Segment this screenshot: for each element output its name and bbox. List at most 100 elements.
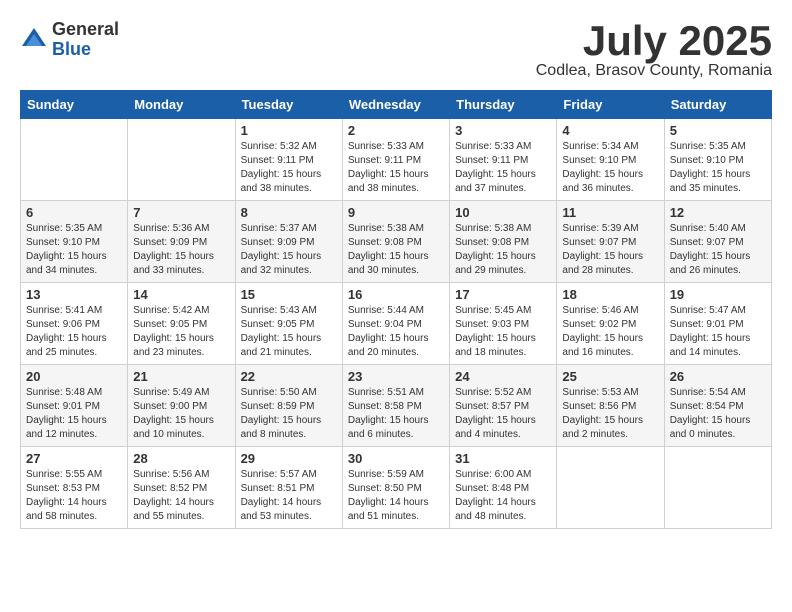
weekday-header: Tuesday (235, 91, 342, 119)
day-number: 19 (670, 287, 766, 302)
calendar-cell: 2 Sunrise: 5:33 AM Sunset: 9:11 PM Daylig… (342, 119, 449, 201)
calendar-cell (128, 119, 235, 201)
day-info: Sunrise: 5:52 AM Sunset: 8:57 PM Dayligh… (455, 386, 551, 442)
day-number: 30 (348, 451, 444, 466)
day-info: Sunrise: 5:35 AM Sunset: 9:10 PM Dayligh… (26, 222, 122, 278)
day-number: 29 (241, 451, 337, 466)
day-info: Sunrise: 5:41 AM Sunset: 9:06 PM Dayligh… (26, 304, 122, 360)
day-number: 16 (348, 287, 444, 302)
location: Codlea, Brasov County, Romania (536, 62, 772, 80)
day-number: 8 (241, 205, 337, 220)
day-number: 12 (670, 205, 766, 220)
logo-blue: Blue (52, 40, 119, 60)
calendar-cell: 3Sunrise: 5:33 AM Sunset: 9:11 PM Daylig… (450, 119, 557, 201)
day-info: Sunrise: 5:36 AM Sunset: 9:09 PM Dayligh… (133, 222, 229, 278)
calendar-cell: 4Sunrise: 5:34 AM Sunset: 9:10 PM Daylig… (557, 119, 664, 201)
calendar-cell: 17 Sunrise: 5:45 AM Sunset: 9:03 PM Dayli… (450, 283, 557, 365)
calendar-cell: 9 Sunrise: 5:38 AM Sunset: 9:08 PM Daylig… (342, 201, 449, 283)
day-info: Sunrise: 5:42 AM Sunset: 9:05 PM Dayligh… (133, 304, 229, 360)
calendar-cell (557, 447, 664, 529)
calendar-cell: 26 Sunrise: 5:54 AM Sunset: 8:54 PM Dayli… (664, 365, 771, 447)
calendar-cell: 19 Sunrise: 5:47 AM Sunset: 9:01 PM Dayli… (664, 283, 771, 365)
day-info: Sunrise: 5:54 AM Sunset: 8:54 PM Dayligh… (670, 386, 766, 442)
day-info: Sunrise: 5:33 AM Sunset: 9:11 PM Dayligh… (348, 140, 444, 196)
day-info: Sunrise: 5:38 AM Sunset: 9:08 PM Dayligh… (348, 222, 444, 278)
calendar-cell: 31 Sunrise: 6:00 AM Sunset: 8:48 PM Dayli… (450, 447, 557, 529)
day-info: Sunrise: 5:51 AM Sunset: 8:58 PM Dayligh… (348, 386, 444, 442)
day-number: 6 (26, 205, 122, 220)
day-info: Sunrise: 5:47 AM Sunset: 9:01 PM Dayligh… (670, 304, 766, 360)
day-number: 11 (562, 205, 658, 220)
calendar-cell: 24 Sunrise: 5:52 AM Sunset: 8:57 PM Dayli… (450, 365, 557, 447)
day-number: 9 (348, 205, 444, 220)
day-number: 13 (26, 287, 122, 302)
calendar-cell: 20 Sunrise: 5:48 AM Sunset: 9:01 PM Dayli… (21, 365, 128, 447)
calendar-cell: 11Sunrise: 5:39 AM Sunset: 9:07 PM Dayli… (557, 201, 664, 283)
day-info: Sunrise: 5:35 AM Sunset: 9:10 PM Dayligh… (670, 140, 766, 196)
logo-general: General (52, 20, 119, 40)
calendar-cell: 16 Sunrise: 5:44 AM Sunset: 9:04 PM Dayli… (342, 283, 449, 365)
day-number: 27 (26, 451, 122, 466)
day-number: 7 (133, 205, 229, 220)
day-number: 22 (241, 369, 337, 384)
calendar-cell: 13 Sunrise: 5:41 AM Sunset: 9:06 PM Dayli… (21, 283, 128, 365)
day-info: Sunrise: 5:53 AM Sunset: 8:56 PM Dayligh… (562, 386, 658, 442)
calendar-cell: 1Sunrise: 5:32 AM Sunset: 9:11 PM Daylig… (235, 119, 342, 201)
day-number: 25 (562, 369, 658, 384)
day-info: Sunrise: 5:40 AM Sunset: 9:07 PM Dayligh… (670, 222, 766, 278)
logo-text: General Blue (52, 20, 119, 60)
calendar-week-row: 13 Sunrise: 5:41 AM Sunset: 9:06 PM Dayli… (21, 283, 772, 365)
day-info: Sunrise: 5:45 AM Sunset: 9:03 PM Dayligh… (455, 304, 551, 360)
calendar-cell (21, 119, 128, 201)
day-info: Sunrise: 5:57 AM Sunset: 8:51 PM Dayligh… (241, 468, 337, 524)
calendar-cell: 21Sunrise: 5:49 AM Sunset: 9:00 PM Dayli… (128, 365, 235, 447)
day-number: 3 (455, 123, 551, 138)
day-info: Sunrise: 5:44 AM Sunset: 9:04 PM Dayligh… (348, 304, 444, 360)
day-info: Sunrise: 6:00 AM Sunset: 8:48 PM Dayligh… (455, 468, 551, 524)
day-number: 21 (133, 369, 229, 384)
calendar-cell: 22Sunrise: 5:50 AM Sunset: 8:59 PM Dayli… (235, 365, 342, 447)
day-info: Sunrise: 5:46 AM Sunset: 9:02 PM Dayligh… (562, 304, 658, 360)
weekday-header: Monday (128, 91, 235, 119)
day-number: 20 (26, 369, 122, 384)
calendar-cell: 7 Sunrise: 5:36 AM Sunset: 9:09 PM Daylig… (128, 201, 235, 283)
calendar-cell: 14 Sunrise: 5:42 AM Sunset: 9:05 PM Dayli… (128, 283, 235, 365)
calendar-body: 1Sunrise: 5:32 AM Sunset: 9:11 PM Daylig… (21, 119, 772, 529)
day-info: Sunrise: 5:34 AM Sunset: 9:10 PM Dayligh… (562, 140, 658, 196)
calendar-cell: 23 Sunrise: 5:51 AM Sunset: 8:58 PM Dayli… (342, 365, 449, 447)
calendar-cell: 10 Sunrise: 5:38 AM Sunset: 9:08 PM Dayli… (450, 201, 557, 283)
calendar-week-row: 1Sunrise: 5:32 AM Sunset: 9:11 PM Daylig… (21, 119, 772, 201)
day-info: Sunrise: 5:55 AM Sunset: 8:53 PM Dayligh… (26, 468, 122, 524)
calendar-week-row: 6 Sunrise: 5:35 AM Sunset: 9:10 PM Daylig… (21, 201, 772, 283)
weekday-header: Friday (557, 91, 664, 119)
day-number: 23 (348, 369, 444, 384)
day-number: 10 (455, 205, 551, 220)
day-number: 28 (133, 451, 229, 466)
calendar-cell: 29 Sunrise: 5:57 AM Sunset: 8:51 PM Dayli… (235, 447, 342, 529)
logo: General Blue (20, 20, 119, 60)
day-number: 17 (455, 287, 551, 302)
month-title: July 2025 (536, 20, 772, 62)
day-number: 26 (670, 369, 766, 384)
calendar-table: SundayMondayTuesdayWednesdayThursdayFrid… (20, 90, 772, 529)
calendar-cell: 28 Sunrise: 5:56 AM Sunset: 8:52 PM Dayli… (128, 447, 235, 529)
weekday-header: Thursday (450, 91, 557, 119)
day-number: 31 (455, 451, 551, 466)
day-info: Sunrise: 5:43 AM Sunset: 9:05 PM Dayligh… (241, 304, 337, 360)
calendar-cell: 25 Sunrise: 5:53 AM Sunset: 8:56 PM Dayli… (557, 365, 664, 447)
calendar-cell (664, 447, 771, 529)
day-number: 2 (348, 123, 444, 138)
day-info: Sunrise: 5:56 AM Sunset: 8:52 PM Dayligh… (133, 468, 229, 524)
day-info: Sunrise: 5:38 AM Sunset: 9:08 PM Dayligh… (455, 222, 551, 278)
day-info: Sunrise: 5:48 AM Sunset: 9:01 PM Dayligh… (26, 386, 122, 442)
calendar-cell: 18Sunrise: 5:46 AM Sunset: 9:02 PM Dayli… (557, 283, 664, 365)
day-number: 24 (455, 369, 551, 384)
day-number: 1 (241, 123, 337, 138)
weekday-header: Saturday (664, 91, 771, 119)
calendar-week-row: 20 Sunrise: 5:48 AM Sunset: 9:01 PM Dayli… (21, 365, 772, 447)
calendar-cell: 15Sunrise: 5:43 AM Sunset: 9:05 PM Dayli… (235, 283, 342, 365)
day-number: 14 (133, 287, 229, 302)
calendar-cell: 30Sunrise: 5:59 AM Sunset: 8:50 PM Dayli… (342, 447, 449, 529)
calendar-cell: 5Sunrise: 5:35 AM Sunset: 9:10 PM Daylig… (664, 119, 771, 201)
header-row: SundayMondayTuesdayWednesdayThursdayFrid… (21, 91, 772, 119)
